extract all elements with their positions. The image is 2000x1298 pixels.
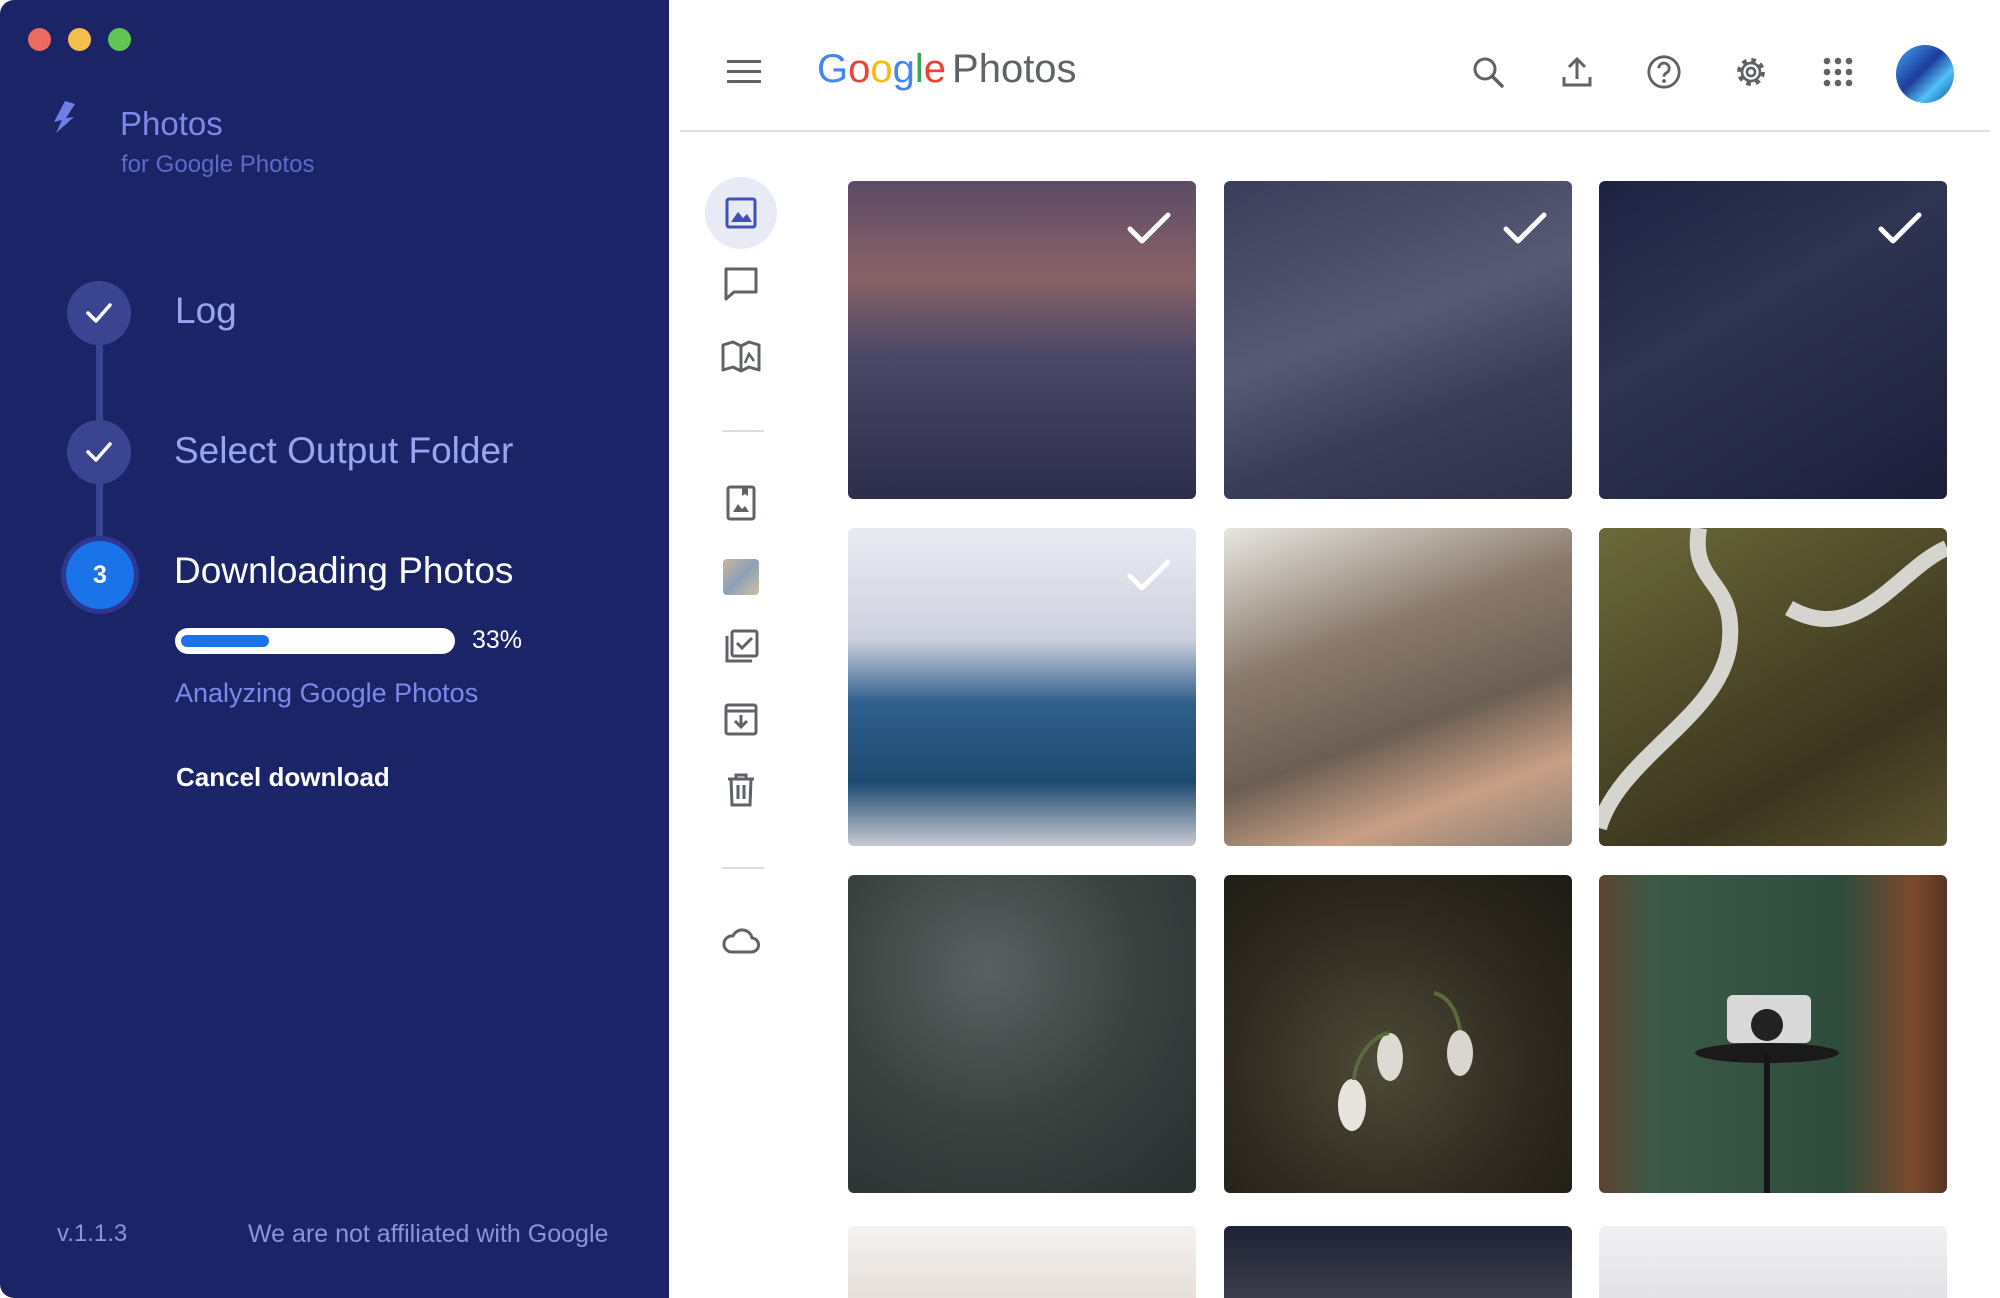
photo-snowdrops[interactable]: [1224, 875, 1572, 1193]
app-panel: Photos for Google Photos Log Select Outp…: [0, 0, 669, 1298]
photo-stairs[interactable]: [848, 528, 1196, 846]
assistant-icon[interactable]: [705, 611, 777, 683]
photo-camera-screen[interactable]: [1599, 181, 1947, 499]
app-logo-icon: [48, 100, 82, 141]
photo-camera-table[interactable]: [1599, 875, 1947, 1193]
help-icon[interactable]: [1646, 54, 1682, 90]
nav-divider: [722, 430, 764, 432]
affiliation-disclaimer: We are not affiliated with Google: [248, 1220, 609, 1248]
selected-check-icon[interactable]: [1877, 211, 1923, 247]
step-3-number: 3: [66, 541, 134, 609]
trash-icon[interactable]: [705, 754, 777, 826]
photo-jeep-road[interactable]: [1224, 181, 1572, 499]
cancel-download-button[interactable]: Cancel download: [176, 762, 390, 793]
photo-bottom-3[interactable]: [1599, 1226, 1947, 1298]
download-progress-fill: [181, 635, 269, 647]
albums-icon[interactable]: [705, 320, 777, 392]
close-window-button[interactable]: [28, 28, 51, 51]
app-subtitle: for Google Photos: [121, 151, 315, 178]
photo-bottom-2[interactable]: [1224, 1226, 1572, 1298]
app-name: Photos: [120, 105, 223, 142]
step-1-check-icon: [67, 281, 131, 345]
step-label-select-output-folder: Select Output Folder: [174, 430, 514, 471]
account-avatar[interactable]: [1896, 45, 1954, 103]
settings-icon[interactable]: [1733, 54, 1769, 90]
download-progress-percent: 33%: [472, 626, 523, 654]
table-camera-shapes: [1695, 995, 1839, 1193]
upload-icon[interactable]: [1559, 54, 1595, 90]
step-label-log: Log: [175, 290, 237, 331]
photo-feet-sand[interactable]: [1224, 528, 1572, 846]
maximize-window-button[interactable]: [108, 28, 131, 51]
google-wordmark: Google: [817, 47, 947, 91]
photo-books-icon[interactable]: [705, 467, 777, 539]
app-version: v.1.1.3: [57, 1220, 128, 1247]
selected-check-icon[interactable]: [1126, 211, 1172, 247]
google-photos-wordmark: Photos: [952, 47, 1077, 91]
download-status-text: Analyzing Google Photos: [175, 678, 479, 708]
selected-check-icon[interactable]: [1126, 558, 1172, 594]
nav-divider: [722, 867, 764, 869]
google-photos-logo[interactable]: Google Photos: [817, 47, 1077, 92]
photo-bottom-1[interactable]: [848, 1226, 1196, 1298]
selected-check-icon[interactable]: [1502, 211, 1548, 247]
step-label-downloading-photos: Downloading Photos: [174, 550, 514, 591]
photo-winding-road[interactable]: [1599, 528, 1947, 846]
flower-shapes: [1338, 991, 1473, 1131]
photos-icon[interactable]: [705, 177, 777, 249]
apps-grid-icon[interactable]: [1820, 54, 1856, 90]
photo-rain-glass[interactable]: [848, 875, 1196, 1193]
archive-icon[interactable]: [705, 682, 777, 754]
download-progress-bar: [175, 628, 455, 654]
main-menu-icon[interactable]: [727, 60, 761, 84]
photo-sunset-coast[interactable]: [848, 181, 1196, 499]
step-2-check-icon: [67, 420, 131, 484]
cloud-storage-icon[interactable]: [705, 904, 777, 976]
road-shape: [1599, 528, 1947, 831]
search-icon[interactable]: [1470, 54, 1506, 90]
sharing-icon[interactable]: [705, 248, 777, 320]
utilities-thumbnail[interactable]: [705, 541, 777, 613]
minimize-window-button[interactable]: [68, 28, 91, 51]
